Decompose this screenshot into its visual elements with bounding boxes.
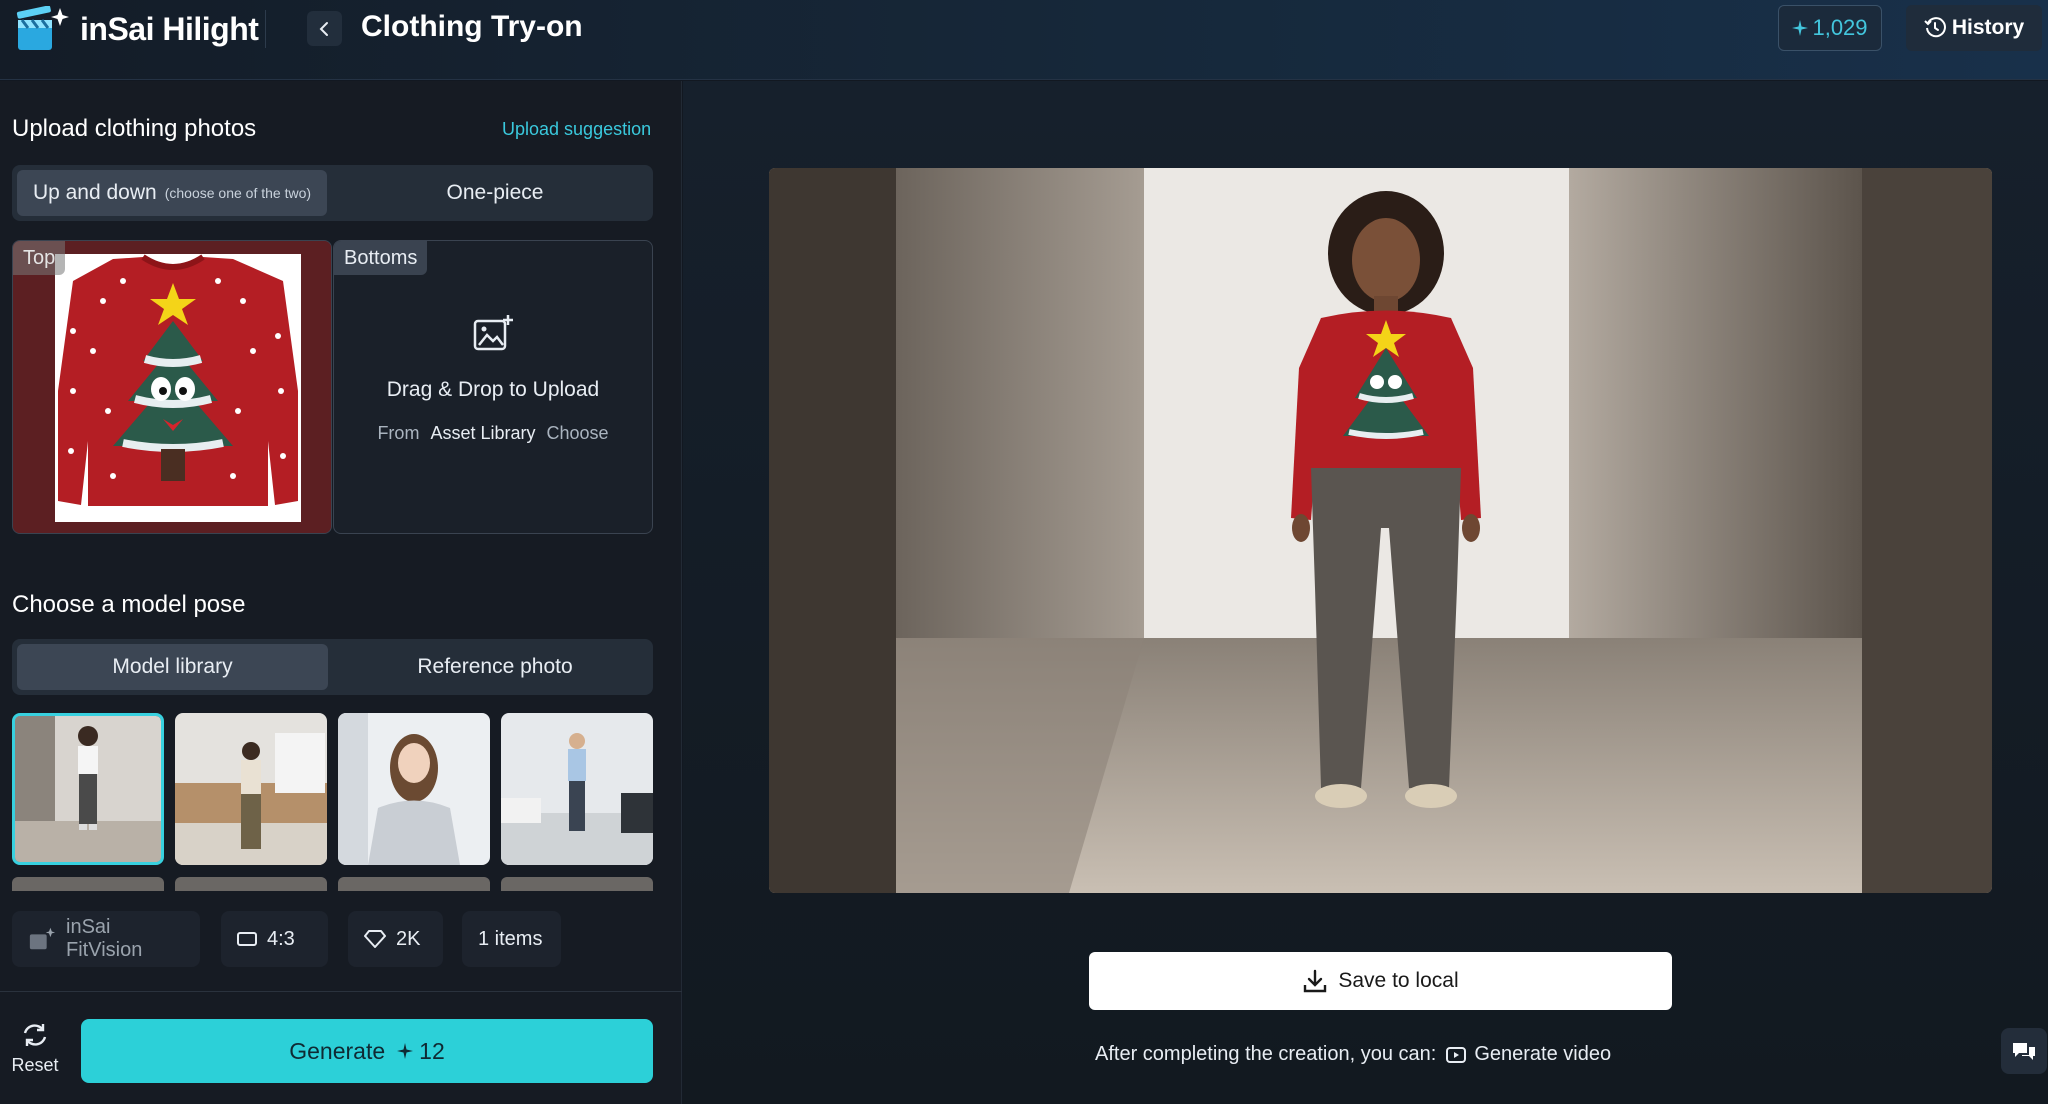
brand-logo[interactable]: inSai Hilight: [16, 6, 259, 52]
app-header: inSai Hilight Clothing Try-on 1,029 Hist…: [0, 0, 2048, 80]
model-photo-3: [338, 713, 490, 865]
asset-library-line: From Asset Library Choose: [334, 423, 652, 444]
clothing-type-tabs: Up and down (choose one of the two) One-…: [12, 165, 653, 221]
tab-reference-photo[interactable]: Reference photo: [342, 644, 648, 690]
upload-section-title: Upload clothing photos: [12, 115, 257, 142]
reset-button[interactable]: Reset: [6, 1021, 64, 1091]
upload-suggestion-link[interactable]: Upload suggestion: [502, 119, 651, 140]
generate-video-link[interactable]: Generate video: [1446, 1043, 1611, 1066]
sparkle-icon: [1792, 20, 1809, 36]
clapperboard-logo-icon: [16, 6, 69, 50]
choose-link[interactable]: Choose: [547, 423, 609, 443]
resolution-value: 2K: [396, 927, 421, 950]
after-creation-line: After completing the creation, you can: …: [1095, 1043, 1611, 1066]
model-thumbnail[interactable]: [12, 713, 164, 865]
model-name: inSai FitVision: [66, 916, 143, 961]
bottom-divider: [0, 991, 682, 992]
from-text: From: [377, 423, 420, 443]
model-photo-4: [501, 713, 653, 865]
diamond-icon: [364, 930, 386, 948]
aspect-ratio-icon: [237, 932, 257, 946]
bottoms-upload-dropzone[interactable]: Bottoms Drag & Drop to Upload From Asset…: [333, 240, 653, 534]
model-thumbnail[interactable]: [175, 713, 327, 865]
generate-cost: 12: [419, 1037, 445, 1064]
settings-panel: Upload clothing photos Upload suggestion…: [0, 81, 682, 1104]
aspect-ratio-selector[interactable]: 4:3: [221, 911, 328, 967]
asset-library-link[interactable]: Asset Library: [430, 423, 535, 443]
resolution-selector[interactable]: 2K: [348, 911, 443, 967]
top-upload-slot[interactable]: Top: [12, 240, 332, 534]
aspect-ratio-value: 4:3: [267, 927, 295, 950]
chat-support-button[interactable]: [2001, 1028, 2047, 1074]
refresh-icon: [23, 1024, 47, 1046]
item-count-selector[interactable]: 1 items: [462, 911, 561, 967]
save-label: Save to local: [1338, 969, 1459, 992]
history-clock-icon: [1924, 17, 1946, 38]
tab-one-piece[interactable]: One-piece: [342, 170, 648, 216]
bottoms-slot-label: Bottoms: [334, 241, 428, 275]
history-button[interactable]: History: [1906, 5, 2042, 51]
model-thumbnail-partial[interactable]: [175, 877, 327, 891]
sparkle-icon: [397, 1043, 414, 1059]
top-slot-label: Top: [13, 241, 66, 275]
chat-bubbles-icon: [2013, 1043, 2035, 1060]
model-thumbnail-partial[interactable]: [338, 877, 490, 891]
generate-button[interactable]: Generate 12: [81, 1019, 653, 1083]
sweater-image: [13, 241, 331, 533]
download-icon: [1304, 969, 1327, 993]
credits-count: 1,029: [1812, 15, 1868, 40]
model-thumbnail[interactable]: [338, 713, 490, 865]
save-to-local-button[interactable]: Save to local: [1089, 952, 1672, 1010]
video-play-icon: [1446, 1046, 1467, 1063]
tab-model-library[interactable]: Model library: [17, 644, 328, 690]
result-panel: Save to local After completing the creat…: [683, 81, 2048, 1104]
pose-section-title: Choose a model pose: [12, 591, 246, 618]
model-photo-2: [175, 713, 327, 865]
page-title: Clothing Try-on: [361, 10, 583, 43]
back-button[interactable]: [307, 11, 342, 46]
generated-photo: [769, 168, 1992, 893]
after-creation-text: After completing the creation, you can:: [1095, 1043, 1437, 1065]
fitvision-model-icon: [29, 927, 56, 950]
drag-drop-text: Drag & Drop to Upload: [386, 378, 600, 401]
chevron-left-icon: [319, 21, 328, 36]
item-count-value: 1 items: [478, 927, 543, 950]
result-preview-image: [769, 168, 1992, 893]
model-thumbnail-partial[interactable]: [12, 877, 164, 891]
model-thumbnail-partial[interactable]: [501, 877, 653, 891]
history-label: History: [1951, 16, 2025, 39]
header-divider: [265, 10, 266, 48]
model-photo-1: [15, 716, 161, 862]
model-selector[interactable]: inSai FitVision: [12, 911, 200, 967]
reset-label: Reset: [11, 1055, 59, 1075]
tab-up-and-down[interactable]: Up and down (choose one of the two): [17, 170, 327, 216]
brand-name: inSai Hilight: [80, 10, 259, 47]
tab-up-and-down-hint: (choose one of the two): [164, 185, 312, 201]
generate-label: Generate: [289, 1037, 386, 1064]
add-image-icon: [473, 315, 513, 351]
credits-badge[interactable]: 1,029: [1778, 5, 1882, 51]
tab-up-and-down-label: Up and down: [32, 181, 157, 204]
generate-video-label: Generate video: [1474, 1043, 1612, 1065]
pose-source-tabs: Model library Reference photo: [12, 639, 653, 695]
model-thumbnail[interactable]: [501, 713, 653, 865]
